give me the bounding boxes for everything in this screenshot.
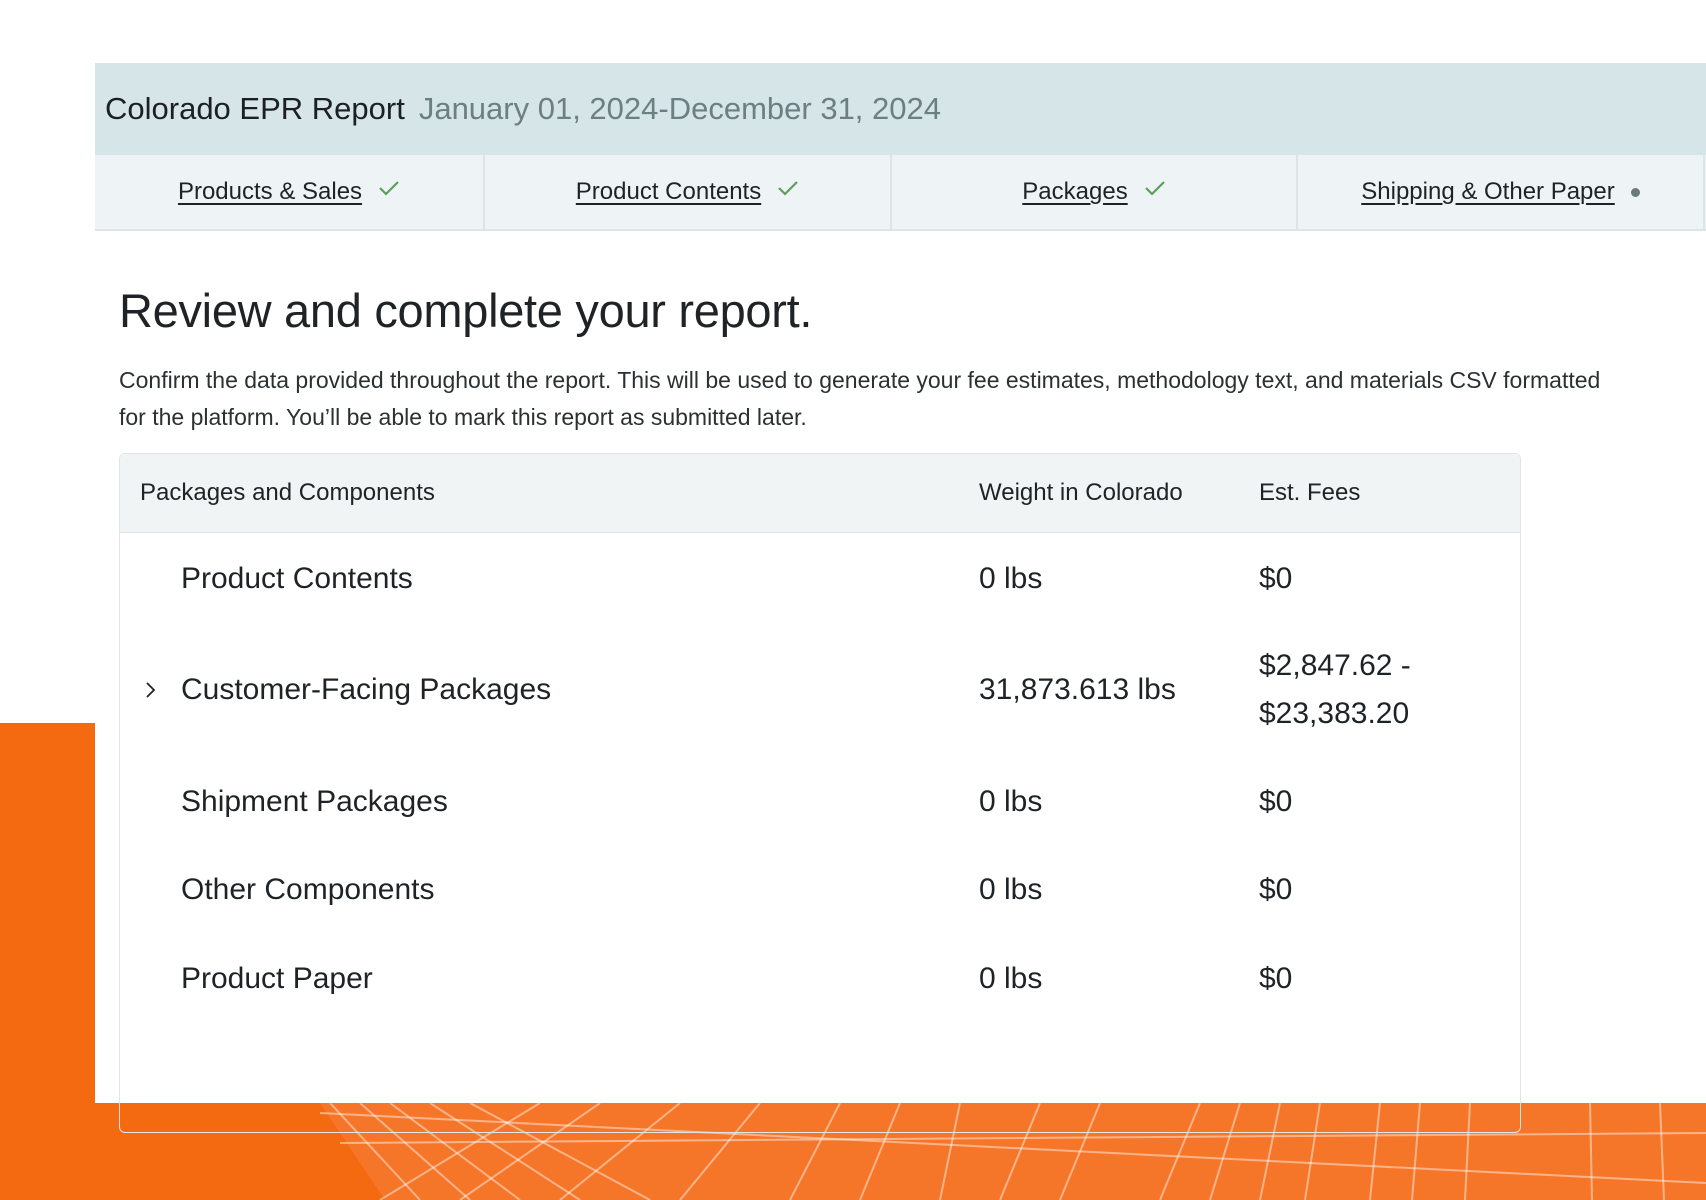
check-icon xyxy=(1144,181,1165,196)
row-name: Shipment Packages xyxy=(181,784,448,818)
dot-icon xyxy=(1630,187,1640,197)
row-weight: 0 lbs xyxy=(979,873,1043,906)
report-date-range: January 01, 2024-December 31, 2024 xyxy=(418,91,941,126)
row-name: Customer-Facing Packages xyxy=(181,673,552,706)
table-row: Product Contents 0 lbs $0 xyxy=(120,533,1520,624)
header-weight: Weight in Colorado xyxy=(979,479,1183,506)
components-table: Packages and Components Weight in Colora… xyxy=(119,453,1521,1133)
row-weight: 31,873.613 lbs xyxy=(979,673,1176,706)
tab-label[interactable]: Shipping & Other Paper xyxy=(1361,178,1615,206)
page-heading: Review and complete your report. xyxy=(119,284,813,337)
row-fees: $0 xyxy=(1259,961,1293,995)
row-weight: 0 lbs xyxy=(979,961,1043,995)
table-row: Other Components 0 lbs $0 xyxy=(120,847,1520,933)
row-weight: 0 lbs xyxy=(979,561,1043,595)
check-icon xyxy=(778,181,798,196)
tab-products-sales[interactable]: Products & Sales xyxy=(95,155,485,229)
page-description: Confirm the data provided throughout the… xyxy=(119,367,1601,430)
row-fees: $0 xyxy=(1259,784,1293,818)
row-name: Product Paper xyxy=(181,961,373,995)
table-row-expandable[interactable]: Customer-Facing Packages 31,873.613 lbs … xyxy=(120,624,1520,756)
table-row: Product Paper 0 lbs $0 xyxy=(120,933,1520,1024)
tab-packages[interactable]: Packages xyxy=(892,155,1298,229)
row-weight: 0 lbs xyxy=(979,784,1043,818)
row-name: Product Contents xyxy=(181,561,413,595)
row-name: Other Components xyxy=(181,873,435,906)
header-fees: Est. Fees xyxy=(1259,479,1361,506)
report-window: Colorado EPR Report January 01, 2024-Dec… xyxy=(95,63,1706,1133)
screenshot-stage: Colorado EPR Report January 01, 2024-Dec… xyxy=(0,0,1706,1200)
table-row: Shipment Packages 0 lbs $0 xyxy=(120,756,1520,847)
tab-label[interactable]: Products & Sales xyxy=(178,178,362,206)
table-header: Packages and Components Weight in Colora… xyxy=(120,454,1520,533)
row-fees: $0 xyxy=(1259,873,1293,906)
tab-label[interactable]: Packages xyxy=(1022,178,1127,206)
report-title: Colorado EPR Report xyxy=(105,91,405,126)
chevron-right-icon[interactable] xyxy=(120,680,181,700)
fees-range-high: $23,383.20 xyxy=(1259,697,1410,730)
row-fees: $2,847.62 - $23,383.20 xyxy=(1259,642,1519,738)
report-tabs: Products & Sales Product Contents Packag… xyxy=(95,155,1706,231)
fees-range-low: $2,847.62 - xyxy=(1259,649,1411,682)
tab-product-contents[interactable]: Product Contents xyxy=(485,155,892,229)
check-icon xyxy=(379,181,399,196)
row-fees: $0 xyxy=(1259,561,1293,595)
header-components: Packages and Components xyxy=(140,479,435,506)
tab-shipping-other-paper[interactable]: Shipping & Other Paper xyxy=(1298,155,1705,229)
tab-label[interactable]: Product Contents xyxy=(576,178,761,206)
main-content: Review and complete your report. Confirm… xyxy=(95,283,1706,1133)
report-header: Colorado EPR Report January 01, 2024-Dec… xyxy=(95,63,1706,155)
